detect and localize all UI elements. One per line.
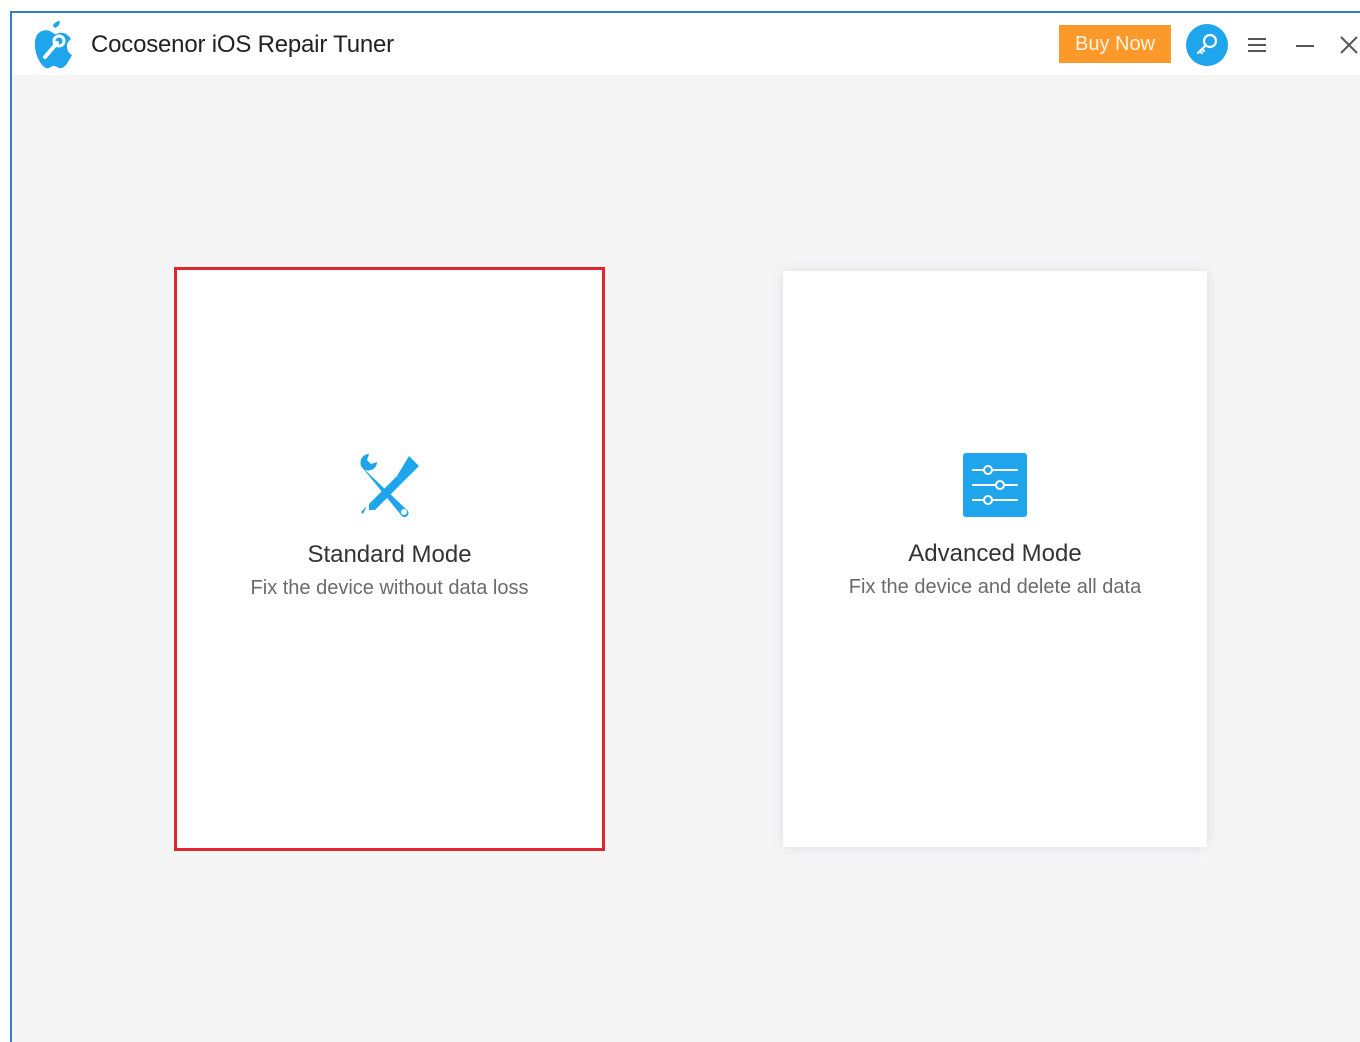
key-icon <box>1196 33 1218 55</box>
sliders-icon <box>963 453 1027 517</box>
app-title: Cocosenor iOS Repair Tuner <box>91 31 394 58</box>
advanced-mode-description: Fix the device and delete all data <box>848 576 1142 598</box>
title-bar: Cocosenor iOS Repair Tuner Buy Now <box>12 13 1360 75</box>
apple-repair-logo-icon <box>34 21 72 69</box>
buy-now-button[interactable]: Buy Now <box>1059 25 1171 63</box>
app-window: Cocosenor iOS Repair Tuner Buy Now Stand… <box>10 11 1360 1042</box>
advanced-mode-card[interactable]: Advanced Mode Fix the device and delete … <box>783 271 1207 847</box>
hamburger-menu-icon <box>1248 38 1266 52</box>
standard-mode-description: Fix the device without data loss <box>250 577 529 599</box>
wrench-screwdriver-icon <box>359 454 419 518</box>
close-button[interactable] <box>1338 33 1360 57</box>
advanced-mode-title: Advanced Mode <box>908 540 1082 567</box>
register-key-button[interactable] <box>1186 24 1228 66</box>
standard-mode-card[interactable]: Standard Mode Fix the device without dat… <box>174 267 605 851</box>
standard-mode-title: Standard Mode <box>307 541 472 568</box>
minimize-icon <box>1296 45 1314 47</box>
close-icon <box>1340 36 1358 54</box>
menu-button[interactable] <box>1246 33 1268 57</box>
minimize-button[interactable] <box>1294 33 1316 57</box>
